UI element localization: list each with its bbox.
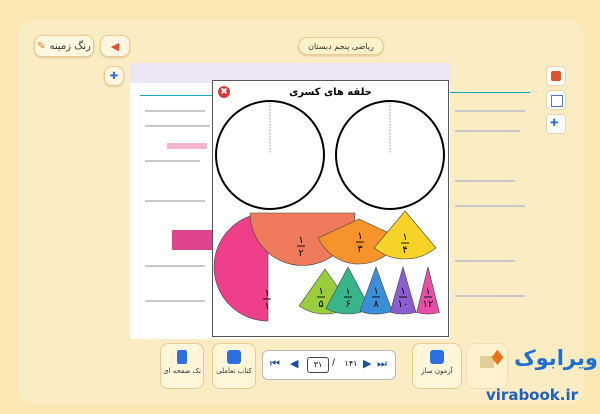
- background-color-label: رنگ زمینه: [49, 40, 91, 52]
- prev-page-icon[interactable]: ◀: [290, 357, 298, 370]
- total-pages: ۱۴۱: [344, 359, 358, 368]
- book-text-line: [145, 200, 205, 202]
- book-text-line: [145, 125, 210, 127]
- sound-button[interactable]: ◀: [100, 35, 130, 57]
- fraction-numerator: ۱: [400, 286, 405, 297]
- fraction-numerator: ۱: [373, 286, 378, 297]
- page-separator: /: [332, 358, 336, 368]
- fraction-denominator: ۵: [318, 299, 323, 310]
- book-text-line: [145, 265, 205, 267]
- next-page-icon[interactable]: ▶: [363, 357, 371, 370]
- book-title-pill: ریاضی پنجم دبستان: [298, 37, 384, 55]
- book-text-line: [455, 130, 520, 132]
- fraction-numerator: ۱: [318, 286, 323, 297]
- book-icon: [551, 71, 561, 81]
- fraction-numerator: ۱: [425, 286, 430, 297]
- book-text-line: [455, 295, 525, 297]
- puzzle-icon: ✚: [550, 118, 559, 129]
- fraction-denominator: ۱۲: [423, 299, 434, 310]
- empty-circle-right[interactable]: [335, 100, 445, 210]
- fraction-numerator: ۱: [264, 288, 269, 299]
- fraction-rings-modal: ✖ حلقه های کسری ۱ ۱ ۱ ۲ ۱ ۳ ۱ ۴ ۱ ۵ ۱ ۶ ۱ ۸ ۱ ۱۰ ۱ ۱۲: [212, 80, 449, 337]
- puzzle-button-left[interactable]: ✚: [104, 66, 124, 86]
- list-icon: [551, 95, 563, 107]
- speaker-icon: ◀: [110, 39, 120, 53]
- list-icon-button[interactable]: [546, 90, 566, 110]
- brush-icon: ✎: [37, 40, 46, 52]
- page-navigator: ⏮ ◀ ۳۱ / ۱۴۱ ▶ ⏭: [262, 350, 396, 380]
- fraction-numerator: ۱: [357, 231, 362, 242]
- fraction-numerator: ۱: [298, 235, 303, 246]
- parrot-icon: ♦: [488, 346, 507, 370]
- book-title: ریاضی پنجم دبستان: [308, 41, 374, 51]
- fraction-denominator: ۱: [264, 301, 269, 312]
- book-text-line: [145, 110, 205, 112]
- virabook-logo: ♦ ویرابوک: [488, 346, 598, 370]
- interactive-book-button[interactable]: کتاب تعاملی: [212, 343, 256, 389]
- first-page-icon[interactable]: ⏮: [270, 357, 280, 371]
- book-pink-box: [172, 230, 212, 250]
- book-text-line: [455, 205, 525, 207]
- puzzle-icon: ✚: [109, 70, 119, 82]
- book-rule: [140, 95, 215, 96]
- last-page-icon[interactable]: ⏭: [377, 357, 387, 371]
- fraction-denominator: ۳: [357, 244, 363, 255]
- fraction-numerator: ۱: [402, 232, 407, 243]
- book-text-line: [455, 260, 515, 262]
- fraction-denominator: ۶: [345, 299, 350, 310]
- book-text-line: [455, 110, 525, 112]
- fraction-denominator: ۱۰: [398, 299, 409, 310]
- book-icon-button[interactable]: [546, 66, 566, 86]
- fraction-denominator: ۴: [402, 245, 407, 256]
- book-text-line: [455, 180, 515, 182]
- book-text-line: [145, 160, 200, 162]
- quiz-maker-label: آزمون ساز: [421, 367, 453, 375]
- background-color-button[interactable]: ✎ رنگ زمینه: [34, 35, 94, 57]
- quiz-icon: [430, 350, 444, 364]
- book-text-line: [145, 300, 205, 302]
- book-pink-box-small: [167, 143, 207, 149]
- book-rule: [450, 92, 530, 93]
- puzzle-button-right[interactable]: ✚: [546, 114, 566, 134]
- empty-circle-left[interactable]: [215, 100, 325, 210]
- quiz-maker-button[interactable]: آزمون ساز: [412, 343, 462, 389]
- fraction-denominator: ۸: [373, 299, 379, 310]
- current-page-input[interactable]: ۳۱: [307, 357, 329, 373]
- interactive-book-label: کتاب تعاملی: [216, 367, 252, 375]
- fraction-numerator: ۱: [345, 286, 350, 297]
- logo-text: ویرابوک: [514, 346, 598, 370]
- fraction-denominator: ۲: [298, 248, 303, 259]
- fraction-rings-canvas: ۱۱۱۲۱۳۱۴۱۵۱۶۱۸۱۱۰۱۱۲: [213, 100, 445, 322]
- single-page-button[interactable]: تک صفحه ای: [160, 343, 204, 389]
- hand-icon: [227, 350, 241, 364]
- site-url: virabook.ir: [486, 386, 578, 404]
- page-icon: [177, 350, 187, 364]
- single-page-label: تک صفحه ای: [163, 367, 201, 375]
